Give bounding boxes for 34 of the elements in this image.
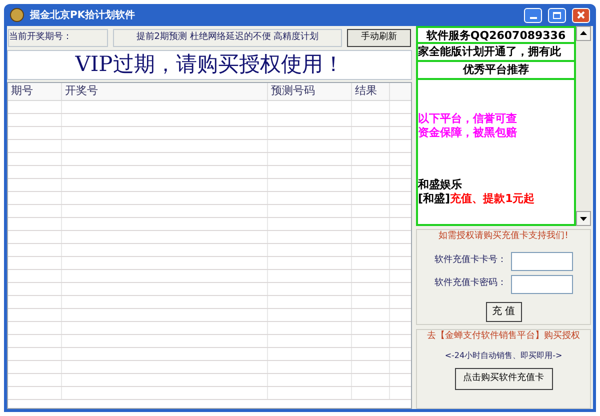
- card-number-label: 软件充值卡卡号：: [434, 254, 506, 268]
- ad-line: 以下平台，信誉可查: [418, 112, 518, 126]
- recharge-legend: 如需授权请购买充值卡支持我们!: [438, 230, 568, 244]
- recommend-heading: 优秀平台推荐: [418, 62, 574, 80]
- column-header[interactable]: 结果: [352, 83, 390, 100]
- refresh-button[interactable]: 手动刷新: [347, 29, 411, 47]
- recharge-button[interactable]: 充 值: [486, 302, 522, 322]
- column-header[interactable]: 预测号码: [268, 83, 352, 100]
- card-number-field[interactable]: [510, 252, 572, 270]
- close-button[interactable]: [572, 8, 590, 22]
- column-header[interactable]: 期号: [8, 83, 62, 100]
- platform-name: 和盛娱乐: [418, 178, 463, 192]
- promo-text: 充值、提款1元起: [450, 192, 535, 206]
- marquee-text: 家全能版计划开通了，拥有此: [418, 44, 574, 62]
- card-password-field[interactable]: [510, 274, 572, 294]
- minimize-button[interactable]: [524, 8, 542, 22]
- buy-card-button[interactable]: 点击购买软件充值卡: [454, 368, 552, 390]
- expiry-banner: VIP过期，请购买授权使用！: [7, 50, 412, 80]
- scroll-up-icon[interactable]: [576, 26, 591, 41]
- purchase-legend: 去【金蝉支付软件销售平台】购买授权: [427, 330, 580, 344]
- app-icon: [10, 8, 24, 22]
- promo-tag: [和盛]: [418, 192, 450, 206]
- notice-text: 提前2期预测 杜绝网络延迟的不便 高精度计划: [113, 29, 342, 47]
- scroll-down-icon[interactable]: [576, 211, 591, 226]
- period-label: 当前开奖期号：: [8, 29, 108, 47]
- maximize-button[interactable]: [548, 8, 566, 22]
- close-icon: [577, 11, 585, 19]
- window-title: 掘金北京PK拾计划软件: [30, 8, 136, 22]
- service-text: 软件服务QQ2607089336: [418, 28, 574, 44]
- column-header[interactable]: 开奖号: [62, 83, 268, 100]
- purchase-note: <-24小时自动销售、即买即用->: [444, 350, 562, 362]
- ad-line: 资金保障，被黑包赔: [418, 126, 518, 140]
- scrollbar[interactable]: [576, 26, 591, 226]
- card-password-label: 软件充值卡密码：: [434, 277, 506, 290]
